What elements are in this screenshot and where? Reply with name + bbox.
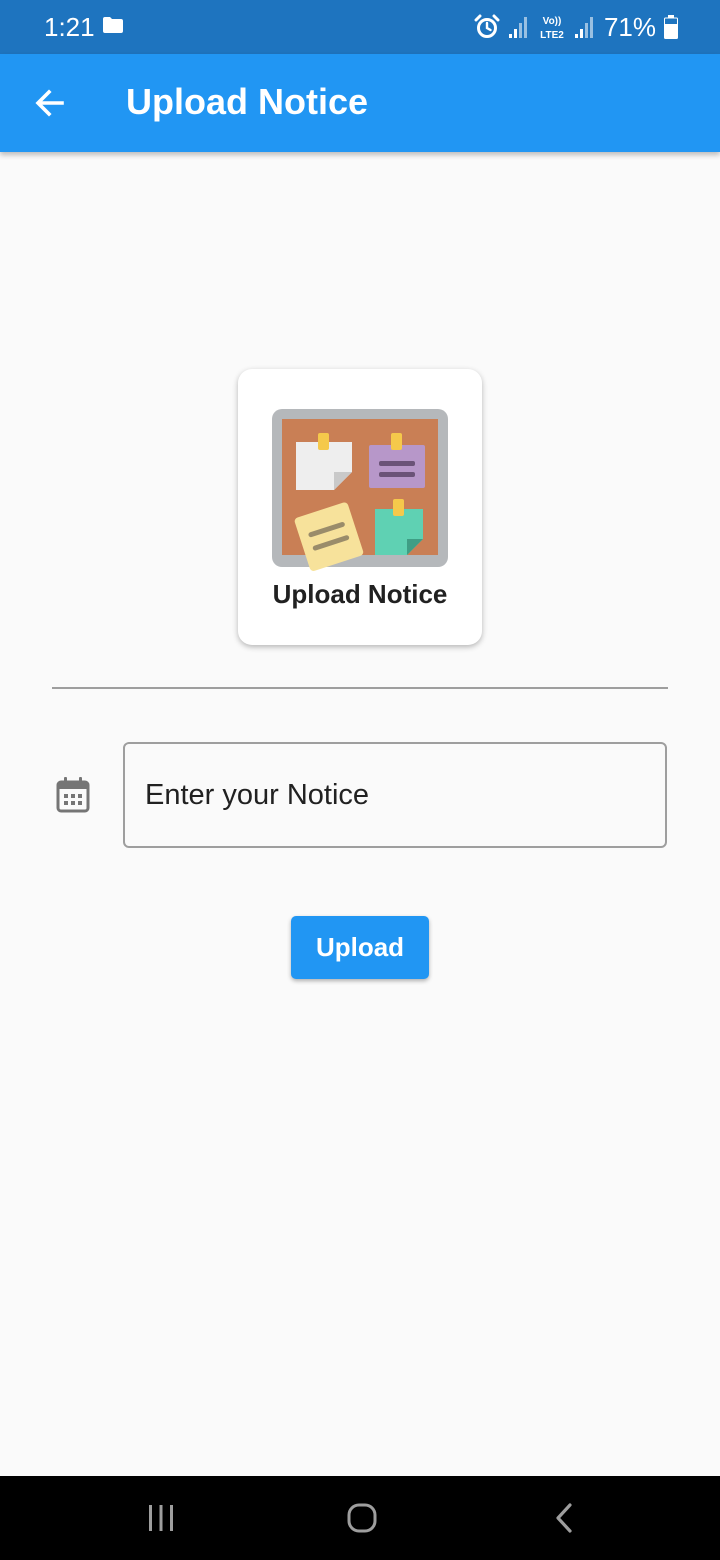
home-button[interactable]: [322, 1490, 402, 1546]
upload-notice-card[interactable]: Upload Notice: [238, 369, 482, 645]
recent-apps-icon: [149, 1505, 173, 1531]
system-nav-bar: [0, 1476, 720, 1560]
calendar-icon: [56, 777, 90, 813]
back-icon: [556, 1503, 572, 1533]
notice-board-icon: [272, 409, 448, 571]
status-bar: 1:21 Vo)) LTE2 71%: [0, 0, 720, 54]
upload-button[interactable]: Upload: [291, 916, 429, 979]
svg-text:LTE2: LTE2: [540, 30, 564, 41]
recent-apps-button[interactable]: [121, 1490, 201, 1546]
folder-icon: [103, 17, 123, 33]
battery-percent: 71%: [603, 12, 656, 42]
alarm-icon: [474, 14, 500, 38]
card-label: Upload Notice: [272, 579, 448, 609]
signal-icon: [574, 17, 593, 38]
svg-text:Vo)): Vo)): [543, 16, 562, 27]
arrow-left-icon: [35, 89, 64, 117]
volte-lte2-icon: Vo)) LTE2: [540, 16, 564, 41]
status-time: 1:21: [44, 12, 95, 42]
page-title: Upload Notice: [126, 81, 369, 122]
back-button[interactable]: [22, 75, 78, 131]
nav-back-button[interactable]: [524, 1490, 604, 1546]
divider: [52, 687, 668, 689]
signal-icon: [508, 17, 527, 38]
notice-input[interactable]: [123, 742, 667, 848]
home-icon: [347, 1503, 377, 1533]
battery-icon: [664, 15, 678, 39]
status-icons: Vo)) LTE2 71%: [474, 10, 678, 44]
app-bar: Upload Notice: [0, 54, 720, 152]
